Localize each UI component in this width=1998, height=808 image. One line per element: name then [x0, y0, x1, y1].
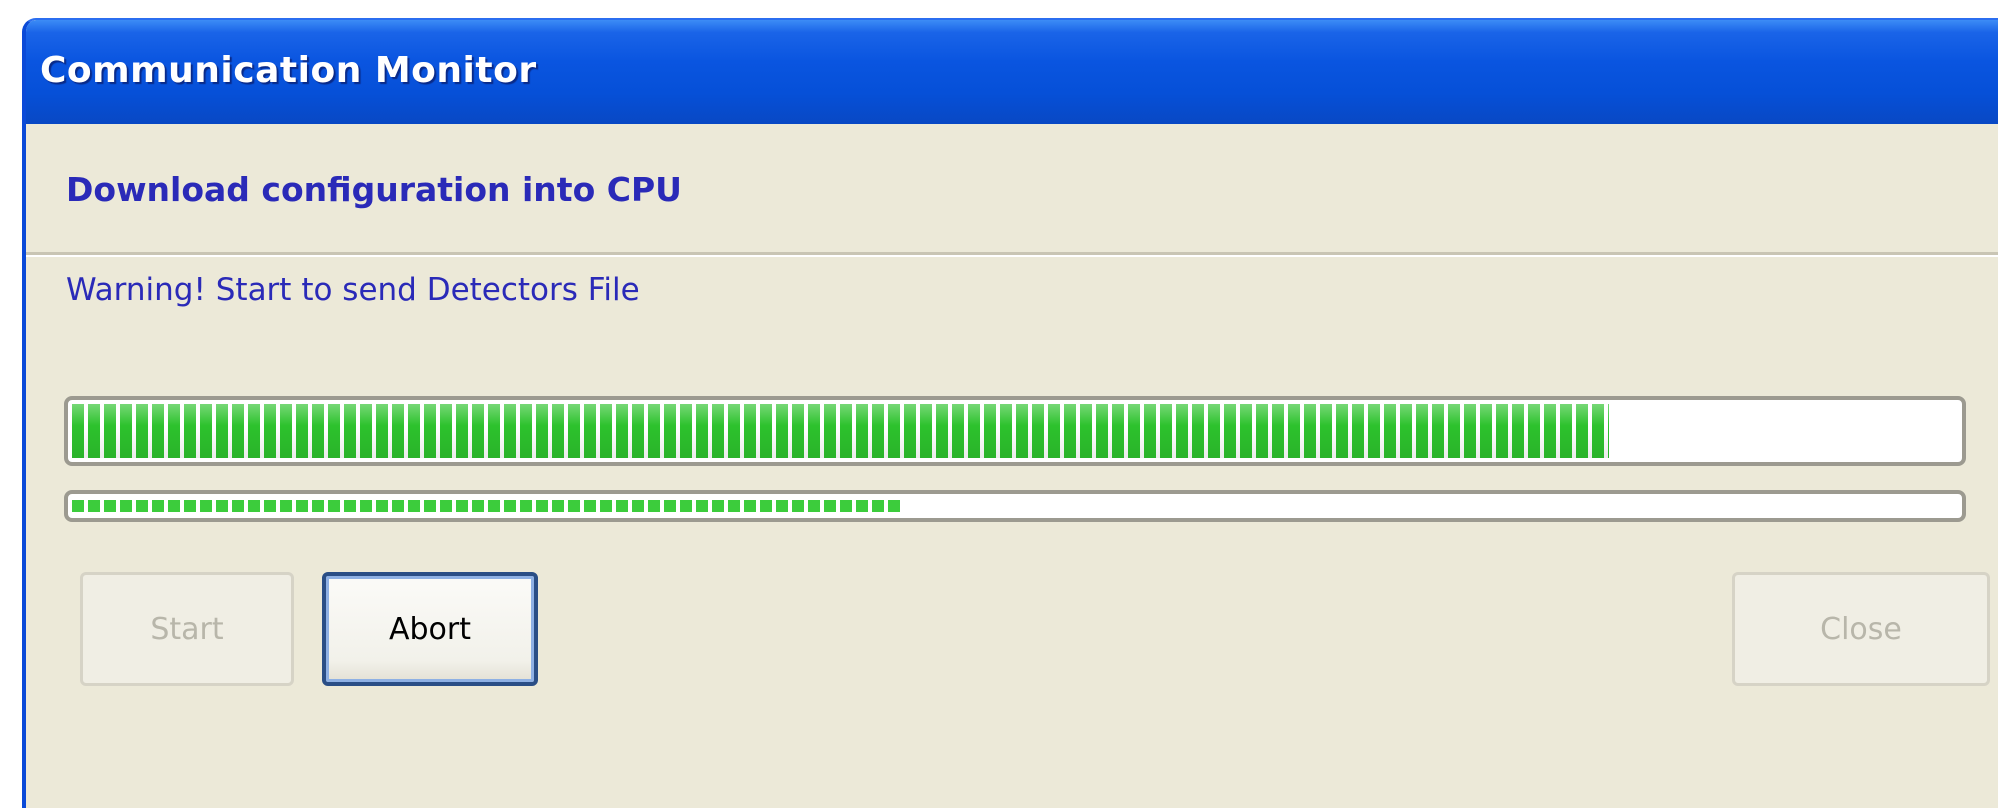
dialog-header: Download configuration into CPU	[26, 124, 1998, 255]
close-button[interactable]: Close	[1732, 572, 1990, 686]
main-progress-bar	[64, 396, 1966, 466]
secondary-progress-bar	[64, 490, 1966, 522]
title-bar[interactable]: Communication Monitor	[26, 20, 1998, 124]
secondary-progress-fill	[72, 500, 902, 512]
start-button[interactable]: Start	[80, 572, 294, 686]
abort-button[interactable]: Abort	[322, 572, 538, 686]
window-title: Communication Monitor	[40, 50, 537, 91]
communication-monitor-window: Communication Monitor Download configura…	[22, 18, 1998, 808]
header-title: Download configuration into CPU	[66, 170, 682, 209]
main-progress-fill	[72, 404, 1609, 458]
status-message: Warning! Start to send Detectors File	[66, 272, 640, 308]
